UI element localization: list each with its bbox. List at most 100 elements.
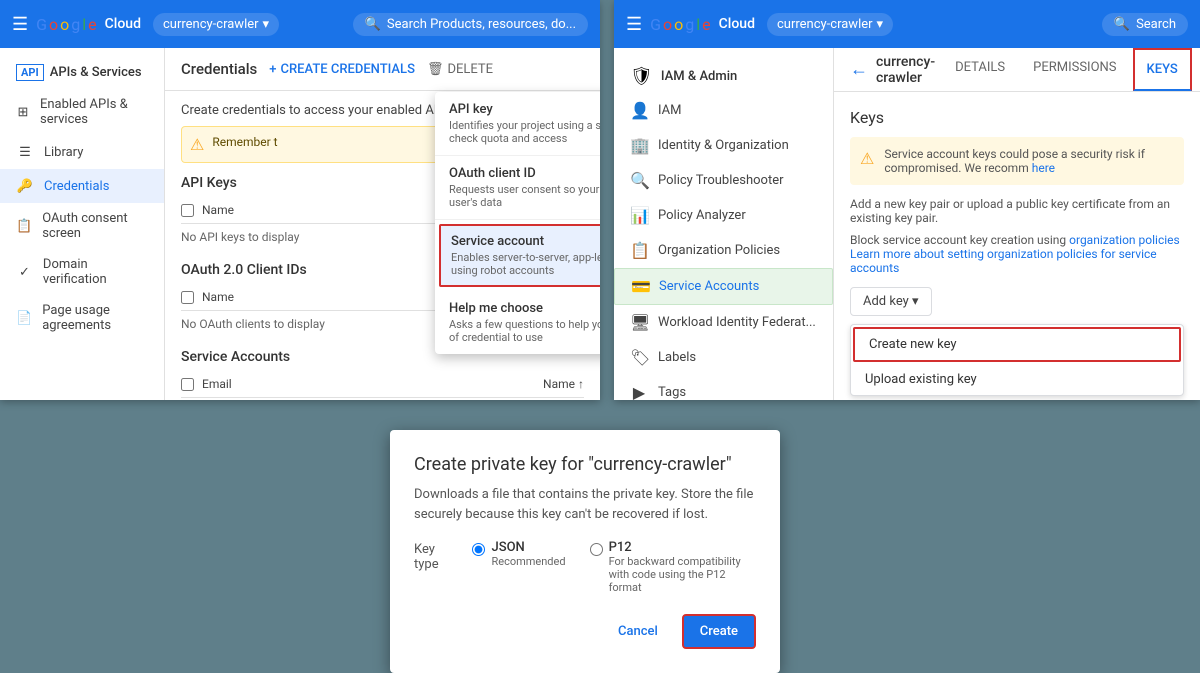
dialog-title: Create private key for "currency-crawler… — [414, 454, 756, 475]
dropdown-help-choose[interactable]: Help me choose Asks a few questions to h… — [435, 291, 600, 354]
menu-icon[interactable]: ☰ — [12, 14, 28, 35]
dropdown-service-account[interactable]: Service account Enables server-to-server… — [439, 224, 600, 287]
add-key-button[interactable]: Add key ▾ — [850, 287, 932, 316]
add-key-desc: Add a new key pair or upload a public ke… — [850, 197, 1184, 225]
project-name: currency-crawler — [163, 17, 259, 32]
json-radio[interactable] — [472, 543, 485, 556]
enabled-apis-icon: ⊞ — [16, 103, 30, 121]
service-accounts-label: Service Accounts — [659, 279, 759, 294]
sidebar-label-page-usage: Page usage agreements — [42, 303, 148, 333]
help-choose-desc: Asks a few questions to help you decide … — [449, 318, 600, 344]
tab-permissions[interactable]: PERMISSIONS — [1021, 48, 1128, 91]
keys-title: Keys — [850, 108, 1184, 127]
create-credentials-button[interactable]: + CREATE CREDENTIALS — [269, 62, 415, 77]
api-label: API — [16, 64, 44, 81]
back-button[interactable]: ← — [850, 59, 868, 80]
iam-item-identity[interactable]: 🏢 Identity & Organization — [614, 128, 833, 163]
search-icon: 🔍 — [365, 17, 381, 32]
org-policies-label: Organization Policies — [658, 243, 780, 258]
p12-option-text: P12 For backward compatibility with code… — [609, 540, 756, 594]
right-google-logo: Google — [650, 15, 711, 34]
iam-item-policy-analyzer[interactable]: 📊 Policy Analyzer — [614, 198, 833, 233]
right-search-bar[interactable]: 🔍 Search — [1102, 13, 1188, 36]
iam-shield-icon: 🛡 — [630, 66, 653, 87]
api-key-desc: Identifies your project using a simple A… — [449, 119, 600, 145]
p12-radio[interactable] — [590, 543, 603, 556]
tab-list: DETAILS PERMISSIONS KEYS METRICS LOGS — [943, 48, 1200, 91]
keys-tabs-bar: ← currency-crawler DETAILS PERMISSIONS K… — [834, 48, 1200, 92]
credentials-header: Credentials + CREATE CREDENTIALS 🗑 DELET… — [165, 48, 600, 91]
dialog-actions: Cancel Create — [414, 614, 756, 649]
right-content: 🛡 IAM & Admin 👤 IAM 🏢 Identity & Organiz… — [614, 48, 1200, 400]
cancel-button[interactable]: Cancel — [602, 614, 674, 649]
iam-item-service-accounts[interactable]: 💳 Service Accounts — [614, 268, 833, 305]
iam-item-iam[interactable]: 👤 IAM — [614, 93, 833, 128]
sa-name-col: Name ↑ — [543, 377, 584, 391]
policy-troubleshooter-label: Policy Troubleshooter — [658, 173, 784, 188]
left-top-bar: ☰ Google Cloud currency-crawler ▾ 🔍 Sear… — [0, 0, 600, 48]
google-logo: Google — [36, 15, 97, 34]
json-radio-option[interactable]: JSON Recommended — [472, 540, 565, 568]
security-warn-icon: ⚠ — [860, 149, 874, 168]
oauth-icon: 📋 — [16, 217, 32, 235]
right-menu-icon[interactable]: ☰ — [626, 14, 642, 35]
oauth-client-title: OAuth client ID — [449, 166, 600, 181]
p12-radio-option[interactable]: P12 For backward compatibility with code… — [590, 540, 756, 594]
iam-item-tags[interactable]: ▶ Tags — [614, 375, 833, 400]
org-policy-link[interactable]: organization policies — [1069, 233, 1180, 247]
sa-checkbox[interactable] — [181, 378, 194, 391]
left-sidebar: API APIs & Services ⊞ Enabled APIs & ser… — [0, 48, 165, 400]
tab-metrics[interactable]: METRICS — [1196, 48, 1200, 91]
warning-text: Remember t — [212, 135, 277, 149]
json-option-text: JSON Recommended — [491, 540, 565, 568]
search-bar[interactable]: 🔍 Search Products, resources, do... — [353, 13, 588, 36]
project-selector[interactable]: currency-crawler ▾ — [153, 13, 279, 36]
learn-more-link[interactable]: Learn more about setting organization po… — [850, 247, 1157, 275]
right-project-name: currency-crawler — [777, 17, 873, 32]
dropdown-api-key[interactable]: API key Identifies your project using a … — [435, 92, 600, 156]
sidebar-item-library[interactable]: ☰ Library — [0, 135, 164, 169]
right-project-selector[interactable]: currency-crawler ▾ — [767, 13, 893, 36]
labels-label: Labels — [658, 350, 696, 365]
oauth-client-desc: Requests user consent so your app can ac… — [449, 183, 600, 209]
create-new-key-option[interactable]: Create new key — [853, 327, 1181, 362]
iam-item-policy-troubleshooter[interactable]: 🔍 Policy Troubleshooter — [614, 163, 833, 198]
iam-item-workload[interactable]: 🖥 Workload Identity Federat... — [614, 305, 833, 340]
json-label: JSON — [491, 540, 565, 555]
tab-keys[interactable]: KEYS — [1133, 48, 1192, 91]
dropdown-oauth-client[interactable]: OAuth client ID Requests user consent so… — [435, 156, 600, 220]
sa-email-col: Email — [202, 377, 535, 391]
security-warning: ⚠ Service account keys could pose a secu… — [850, 137, 1184, 185]
iam-item-labels[interactable]: 🏷 Labels — [614, 340, 833, 375]
iam-label: IAM — [658, 103, 681, 118]
p12-sublabel: For backward compatibility with code usi… — [609, 555, 756, 594]
right-panel: ☰ Google Cloud currency-crawler ▾ 🔍 Sear… — [614, 0, 1200, 400]
service-accounts-table-header: Email Name ↑ — [181, 371, 584, 398]
sidebar-item-credentials[interactable]: 🔑 Credentials — [0, 169, 164, 203]
add-key-dropdown: Create new key Upload existing key — [850, 324, 1184, 396]
apis-services-title: APIs & Services — [50, 65, 142, 80]
upload-existing-option[interactable]: Upload existing key — [851, 364, 1183, 395]
iam-sidebar: 🛡 IAM & Admin 👤 IAM 🏢 Identity & Organiz… — [614, 48, 834, 400]
sidebar-item-page-usage[interactable]: 📄 Page usage agreements — [0, 295, 164, 341]
tab-details[interactable]: DETAILS — [943, 48, 1017, 91]
warning-icon: ⚠ — [190, 135, 204, 154]
iam-item-org-policies[interactable]: 📋 Organization Policies — [614, 233, 833, 268]
dropdown-arrow: ▾ — [263, 17, 270, 32]
sidebar-item-oauth[interactable]: 📋 OAuth consent screen — [0, 203, 164, 249]
iam-icon: 👤 — [630, 101, 648, 120]
labels-icon: 🏷 — [630, 348, 648, 367]
create-button[interactable]: Create — [682, 614, 756, 649]
delete-label: DELETE — [447, 62, 493, 77]
sidebar-item-enabled-apis[interactable]: ⊞ Enabled APIs & services — [0, 89, 164, 135]
delete-icon: 🗑 — [427, 62, 444, 77]
oauth-checkbox[interactable] — [181, 291, 194, 304]
sidebar-label-domain: Domain verification — [43, 257, 148, 287]
right-search-icon: 🔍 — [1114, 17, 1130, 32]
delete-button[interactable]: 🗑 DELETE — [427, 62, 493, 77]
security-warning-text: Service account keys could pose a securi… — [884, 147, 1174, 175]
security-here-link[interactable]: here — [1032, 161, 1055, 175]
sidebar-item-domain[interactable]: ✓ Domain verification — [0, 249, 164, 295]
api-keys-checkbox[interactable] — [181, 204, 194, 217]
help-choose-title: Help me choose — [449, 301, 600, 316]
